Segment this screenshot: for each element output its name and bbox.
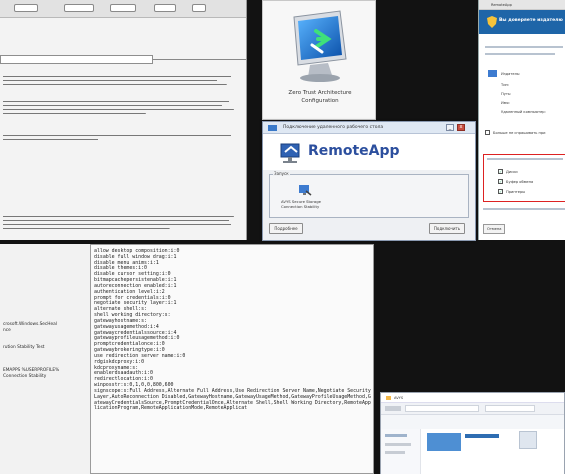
document-input-field[interactable] bbox=[0, 55, 153, 64]
toolbar-tab[interactable] bbox=[64, 4, 94, 12]
connect-button[interactable]: Подключить bbox=[429, 223, 465, 234]
dont-ask-label: Больше не спрашивать при bbox=[493, 131, 546, 135]
dialog-titlebar: Подключение удаленного рабочего стола _ … bbox=[263, 122, 475, 134]
divider bbox=[485, 53, 555, 55]
minimize-icon[interactable]: _ bbox=[446, 124, 454, 131]
option-label: Буфер обмена bbox=[506, 180, 534, 184]
dialog-titlebar: RemoteApp bbox=[479, 0, 565, 10]
close-icon[interactable]: x bbox=[457, 124, 465, 131]
toolbar-tab[interactable] bbox=[110, 4, 136, 12]
file-thumbnail[interactable] bbox=[519, 431, 537, 449]
toolbar-tab[interactable] bbox=[154, 4, 176, 12]
document-panel bbox=[0, 0, 247, 240]
option-label: Принтеры bbox=[506, 190, 526, 194]
sidebar-item[interactable] bbox=[385, 451, 405, 454]
explorer-address-bar bbox=[381, 403, 564, 415]
rdp-file-content: allow desktop composition:i:0 disable ful… bbox=[94, 248, 374, 412]
divider bbox=[485, 46, 563, 48]
info-label: Путь: bbox=[501, 92, 512, 96]
option-label: Диски bbox=[506, 170, 518, 174]
zero-trust-shortcut[interactable]: Zero Trust Architecture Configuration bbox=[262, 0, 376, 120]
drives-checkbox[interactable]: ✓ bbox=[498, 169, 503, 174]
text-line: EMAPPS %USERPROFILE% bbox=[3, 368, 60, 373]
app-name: AVYS Secure Storage Connection Stability bbox=[281, 199, 322, 209]
cancel-button[interactable]: Отмена bbox=[483, 224, 505, 234]
file-thumbnail[interactable] bbox=[427, 433, 461, 451]
paragraph-block bbox=[3, 133, 241, 142]
remoteapp-icon bbox=[280, 143, 300, 163]
document-toolbar bbox=[0, 0, 246, 18]
app-icon bbox=[488, 70, 497, 77]
explorer-title: AVYS bbox=[394, 396, 404, 400]
info-label: Издатель: bbox=[501, 72, 521, 76]
explorer-content bbox=[421, 429, 564, 474]
dont-ask-checkbox[interactable] bbox=[485, 130, 490, 135]
zero-trust-label: Zero Trust Architecture Configuration bbox=[288, 90, 352, 104]
sidebar-item[interactable] bbox=[385, 434, 407, 437]
shield-icon bbox=[487, 16, 497, 28]
toolbar-tab[interactable] bbox=[192, 4, 206, 12]
text-line: rution Stability Test bbox=[3, 345, 45, 350]
remoteapp-dialog: Подключение удаленного рабочего стола _ … bbox=[262, 121, 476, 241]
paragraph-block bbox=[3, 214, 241, 232]
launch-group-label: Запуск bbox=[273, 171, 290, 176]
file-explorer-window: AVYS bbox=[380, 392, 565, 474]
explorer-sidebar bbox=[381, 429, 421, 474]
redirect-options-box: ✓ Диски ✓ Буфер обмена ✓ Принтеры bbox=[483, 154, 565, 202]
paragraph-block bbox=[3, 99, 241, 117]
warning-text: Вы доверяете издателю bbox=[499, 18, 563, 23]
search-input[interactable] bbox=[485, 405, 535, 412]
text-line: crosoft.Windows.SecHeal bbox=[3, 322, 58, 327]
clipboard-checkbox[interactable]: ✓ bbox=[498, 179, 503, 184]
registry-panel: crosoft.Windows.SecHeal nce rution Stabi… bbox=[0, 244, 90, 474]
folder-icon bbox=[386, 396, 391, 400]
file-name bbox=[465, 434, 499, 438]
divider bbox=[487, 158, 563, 160]
info-label: Удаленный компьютер: bbox=[501, 110, 546, 114]
toolbar-tab[interactable] bbox=[14, 4, 38, 12]
app-icon bbox=[299, 185, 312, 196]
paragraph-block bbox=[3, 74, 241, 87]
divider bbox=[153, 59, 246, 60]
rdp-setting-line: signscope:s:Full Address,Alternate Full … bbox=[94, 387, 374, 412]
remote-desktop-icon bbox=[268, 125, 277, 131]
info-label: Тип: bbox=[501, 83, 510, 87]
remoteapp-warning-dialog: RemoteApp Вы доверяете издателю Издатель… bbox=[478, 0, 565, 240]
text-line: Connection Stability bbox=[3, 374, 47, 379]
address-input[interactable] bbox=[405, 405, 479, 412]
details-button[interactable]: Подробнее bbox=[269, 223, 303, 234]
printers-checkbox[interactable]: ✓ bbox=[498, 189, 503, 194]
divider bbox=[483, 208, 565, 210]
remoteapp-brand: RemoteApp bbox=[308, 143, 400, 159]
explorer-titlebar: AVYS bbox=[381, 393, 564, 403]
sidebar-item[interactable] bbox=[385, 443, 411, 446]
text-line: nce bbox=[3, 328, 11, 333]
nav-buttons[interactable] bbox=[385, 406, 401, 411]
remote-desktop-icon bbox=[293, 10, 347, 82]
dialog-title: RemoteApp bbox=[491, 3, 512, 7]
dialog-title: Подключение удаленного рабочего стола bbox=[283, 125, 384, 130]
info-label: Имя: bbox=[501, 101, 510, 105]
rdp-file-editor[interactable]: allow desktop composition:i:0 disable ful… bbox=[90, 244, 374, 474]
